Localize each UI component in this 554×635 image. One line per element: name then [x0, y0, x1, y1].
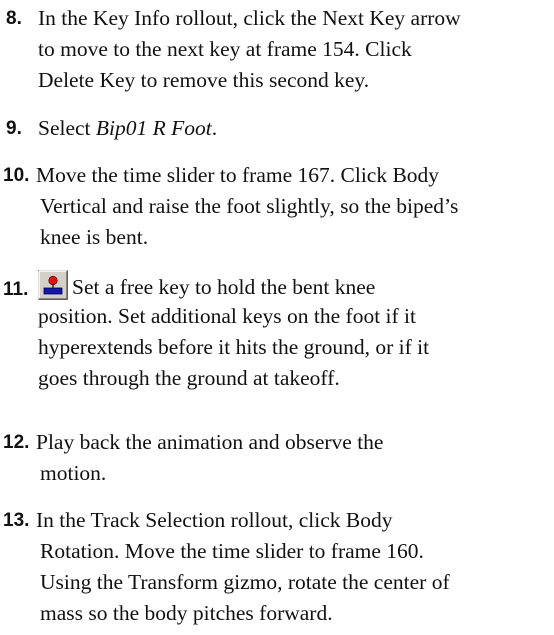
- step-line: knee is bent.: [40, 225, 149, 249]
- step-line: Set a free key to hold the bent knee: [38, 270, 548, 301]
- step-line: In the Track Selection rollout, click Bo…: [36, 508, 393, 532]
- step-line: to move to the next key at frame 154. Cl…: [38, 37, 412, 61]
- step-line: Select Bip01 R Foot.: [38, 113, 548, 144]
- step-line: Rotation. Move the time slider to frame …: [40, 539, 424, 563]
- step-line: hyperextends before it hits the ground, …: [38, 335, 430, 359]
- step-text: In the Key Info rollout, click the Next …: [38, 3, 548, 96]
- step-number: 9.: [6, 118, 22, 139]
- step-line: In the Key Info rollout, click the Next …: [38, 6, 461, 30]
- step-line: Vertical and raise the foot slightly, so…: [40, 194, 459, 218]
- step-line: motion.: [40, 461, 107, 485]
- step-text: Move the time slider to frame 167. Click…: [36, 160, 546, 253]
- step-line-text: Set a free key to hold the bent knee: [72, 275, 376, 299]
- step-number: 12.: [3, 432, 30, 453]
- step-number: 10.: [3, 165, 30, 186]
- step-number: 13.: [3, 510, 30, 531]
- step-line: Play back the animation and observe the: [36, 430, 384, 454]
- object-name: Bip01 R Foot: [95, 116, 212, 140]
- step-text: Play back the animation and observe the …: [36, 427, 546, 489]
- step-text: Set a free key to hold the bent knee pos…: [38, 270, 548, 394]
- set-free-key-icon: [38, 270, 68, 300]
- step-text: Select Bip01 R Foot.: [38, 113, 548, 144]
- step-line: goes through the ground at takeoff.: [38, 366, 340, 390]
- step-number: 8.: [6, 8, 22, 29]
- step-line: Move the time slider to frame 167. Click…: [36, 163, 440, 187]
- step-text-prefix: Select: [38, 116, 96, 140]
- step-line: mass so the body pitches forward.: [40, 601, 333, 625]
- step-line: Delete Key to remove this second key.: [38, 68, 370, 92]
- step-text: In the Track Selection rollout, click Bo…: [36, 505, 546, 629]
- step-number: 11.: [3, 279, 29, 300]
- step-line: position. Set additional keys on the foo…: [38, 304, 417, 328]
- step-text-suffix: .: [211, 116, 218, 140]
- step-line: Using the Transform gizmo, rotate the ce…: [40, 570, 450, 594]
- instruction-page: 8. In the Key Info rollout, click the Ne…: [0, 0, 554, 635]
